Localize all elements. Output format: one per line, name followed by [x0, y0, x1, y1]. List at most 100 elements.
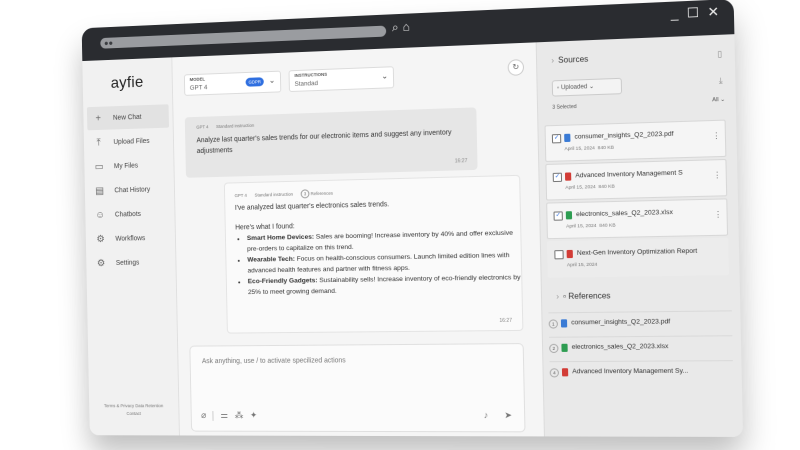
folder-icon: ▭ — [94, 161, 105, 172]
message-instruction: Standard instruction — [216, 123, 254, 129]
search-icon[interactable]: ⌕ — [392, 20, 399, 35]
message-model: GPT 4 — [196, 124, 208, 129]
maximize-icon[interactable]: ☐ — [687, 5, 700, 22]
message-intro: I've analyzed last quarter's electronics… — [235, 201, 389, 212]
file-meta: April 15, 2024 840 KB — [564, 146, 614, 153]
file-card[interactable]: ✓ electronics_sales_Q2_2023.xlsx April 1… — [546, 198, 728, 239]
minimize-icon[interactable]: _ — [671, 6, 679, 23]
panel-toggle-icon[interactable]: ▯ — [717, 49, 722, 59]
checkbox[interactable]: ✓ — [553, 173, 562, 182]
sources-header[interactable]: › Sources — [551, 55, 588, 66]
attach-icon[interactable]: ⌀ — [201, 410, 206, 421]
title-icons: ⌕ ⌂ — [392, 20, 410, 36]
more-icon[interactable]: ⋮ — [713, 171, 722, 181]
file-size: 840 KB — [598, 185, 614, 191]
logo: ayfie — [83, 73, 172, 94]
sidebar-item-label: Chatbots — [115, 211, 141, 218]
footer-links[interactable]: Terms & Privacy Data Retention — [95, 402, 173, 410]
microphone-icon[interactable]: ♪ — [484, 410, 489, 421]
checkbox[interactable]: ✓ — [552, 134, 561, 143]
composer-actions: ♪ ➤ — [484, 410, 513, 421]
sidebar-item-my-files[interactable]: ▭ My Files — [84, 153, 174, 179]
message-time: 16:27 — [455, 158, 468, 164]
file-card[interactable]: Next-Gen Inventory Optimization Report A… — [547, 238, 729, 278]
sidebar-item-new-chat[interactable]: + New Chat — [87, 104, 169, 130]
document-icon — [564, 134, 570, 142]
sidebar-item-chatbots[interactable]: ☺ Chatbots — [85, 202, 175, 227]
scene: ●● ⌕ ⌂ _ ☐ ✕ ayfie + New Chat ⤒ Upload F… — [0, 0, 800, 450]
sidebar-item-upload-files[interactable]: ⤒ Upload Files — [84, 128, 174, 154]
reference-item[interactable]: 4 Advanced Inventory Management Sy... — [549, 360, 733, 384]
sources-title: Sources — [558, 55, 588, 65]
upload-icon: ⤒ — [93, 137, 104, 148]
reference-number: 4 — [550, 368, 559, 377]
footer-contact[interactable]: Contact — [95, 410, 173, 418]
file-date: April 15, 2024 — [564, 146, 595, 152]
item-title: Eco-Friendly Gadgets: — [248, 277, 318, 285]
uploaded-filter[interactable]: ▫ Uploaded ⌄ — [552, 78, 622, 97]
model-select[interactable]: MODEL GPT 4 GDPR ⌄ — [184, 71, 281, 96]
home-icon[interactable]: ⌂ — [402, 20, 409, 35]
gdpr-badge: GDPR — [246, 77, 264, 87]
checkbox[interactable]: ✓ — [553, 211, 562, 220]
spreadsheet-icon — [561, 344, 567, 352]
file-date: April 15, 2024 — [567, 263, 598, 269]
document-icon — [567, 250, 573, 258]
ref-count-badge: 3 — [301, 189, 310, 198]
app-window: ●● ⌕ ⌂ _ ☐ ✕ ayfie + New Chat ⤒ Upload F… — [82, 0, 743, 437]
message-found: Here's what I found: — [235, 223, 295, 231]
file-meta: April 15, 2024 840 KB — [565, 185, 615, 191]
instructions-select[interactable]: INSTRUCTIONS Standad ⌄ — [289, 66, 395, 92]
file-icon: ▫ — [557, 85, 559, 91]
chatbot-icon: ☺ — [94, 209, 105, 220]
document-icon — [561, 319, 567, 327]
item-title: Wearable Tech: — [247, 256, 295, 264]
download-icon[interactable]: ⤓ — [719, 76, 723, 86]
sparkle-icon[interactable]: ✦ — [250, 410, 257, 421]
sidebar-item-chat-history[interactable]: ▤ Chat History — [85, 177, 175, 203]
document-icon — [565, 172, 571, 180]
message-model: GPT 4 — [235, 193, 247, 198]
close-icon[interactable]: ✕ — [707, 4, 719, 21]
sources-panel: › Sources ▯ ▫ Uploaded ⌄ ⤓ 3 Selected All… — [536, 34, 743, 437]
file-name: Advanced Inventory Management S — [575, 169, 713, 180]
more-icon[interactable]: ⋮ — [712, 131, 721, 141]
reference-item[interactable]: 2 electronics_sales_Q2_2023.xlsx — [549, 335, 733, 360]
refresh-icon[interactable]: ↻ — [508, 59, 525, 76]
list-item: Eco-Friendly Gadgets: Sustainability sel… — [248, 273, 524, 298]
file-name: electronics_sales_Q2_2023.xlsx — [576, 208, 714, 218]
reference-name: electronics_sales_Q2_2023.xlsx — [572, 343, 669, 351]
select-all[interactable]: All ⌄ — [712, 97, 725, 104]
spreadsheet-icon — [566, 211, 572, 219]
sidebar-item-label: Workflows — [115, 235, 145, 242]
settings-icon: ⚙ — [95, 258, 106, 269]
file-size: 840 KB — [599, 224, 615, 229]
sidebar-item-settings[interactable]: ⚙ Settings — [86, 250, 176, 275]
window-controls: _ ☐ ✕ — [671, 4, 720, 23]
chevron-down-icon: ⌄ — [381, 71, 388, 80]
references-title: References — [568, 291, 610, 301]
filter-label: Uploaded — [561, 84, 588, 91]
message-instruction: Standard instruction — [254, 192, 293, 198]
message-meta: GPT 4 Standard instruction 3 References — [235, 189, 334, 200]
sidebar-footer: Terms & Privacy Data Retention Contact — [95, 402, 173, 418]
send-icon[interactable]: ➤ — [504, 410, 512, 421]
references-count[interactable]: 3 References — [301, 189, 333, 199]
more-icon[interactable]: ⋮ — [714, 210, 723, 220]
file-card[interactable]: ✓ consumer_insights_Q2_2023.pdf April 15… — [545, 120, 727, 162]
checkbox[interactable] — [554, 250, 563, 259]
references-header[interactable]: › ▫ References — [556, 291, 610, 301]
chevron-down-icon: ⌄ — [269, 76, 276, 85]
chat-composer[interactable]: Ask anything, use / to activate speciliz… — [189, 343, 525, 432]
document-icon — [562, 368, 568, 376]
toggle-icon[interactable]: ⚌ — [220, 410, 228, 421]
reference-item[interactable]: 1 consumer_insights_Q2_2023.pdf — [548, 310, 732, 335]
address-bar[interactable]: ●● — [100, 26, 386, 49]
file-card[interactable]: ✓ Advanced Inventory Management S April … — [545, 159, 727, 201]
file-name: Next-Gen Inventory Optimization Report — [577, 247, 715, 257]
sidebar-item-workflows[interactable]: ⚙ Workflows — [86, 226, 176, 251]
workflow-icon[interactable]: ⁂ — [235, 410, 244, 421]
file-size: 840 KB — [598, 146, 614, 152]
reference-number: 1 — [549, 319, 558, 328]
model-value: GPT 4 — [190, 84, 208, 91]
